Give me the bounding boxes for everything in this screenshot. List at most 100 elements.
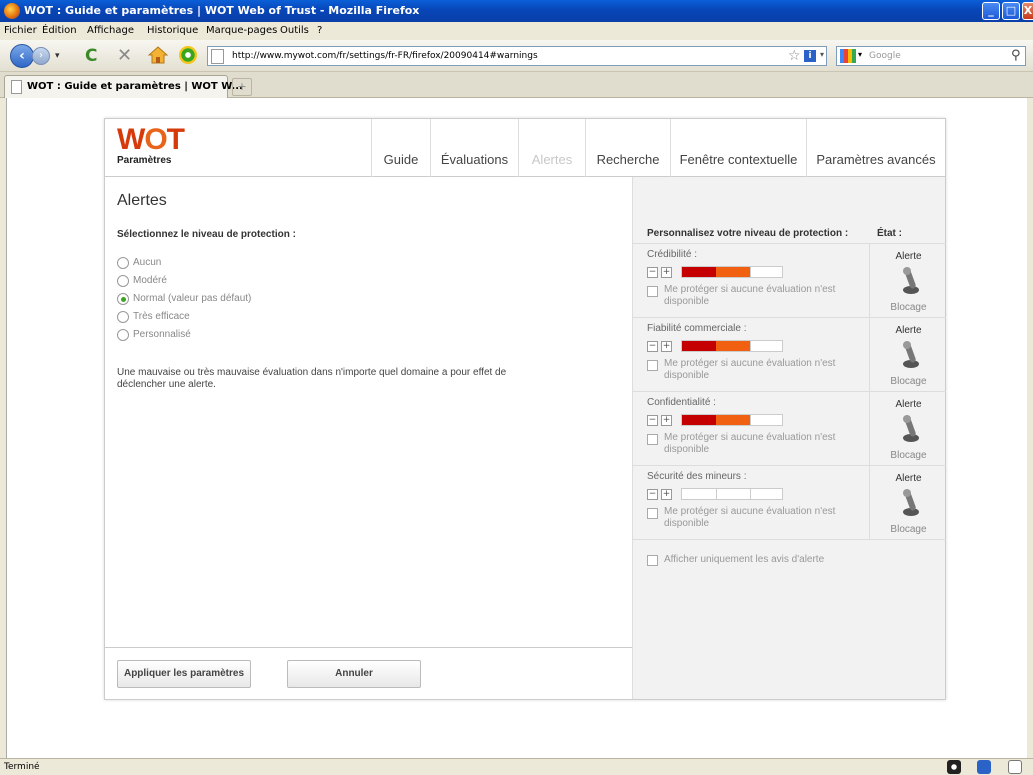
tab-label[interactable]: WOT : Guide et paramètres | WOT W... [27,81,243,92]
search-input[interactable]: Google [869,51,901,61]
increase-button[interactable]: + [661,415,672,426]
alerts-left-panel: Alertes Sélectionnez le niveau de protec… [105,177,632,699]
back-button[interactable]: ‹ [10,44,34,68]
wot-logo-text: WOT [117,123,185,156]
forward-button[interactable]: › [32,47,50,65]
status-text: Terminé [4,762,40,772]
home-icon[interactable] [148,45,168,65]
bookmark-star-icon[interactable]: ☆ [788,48,801,64]
url-bar[interactable]: http://www.mywot.com/fr/settings/fr-FR/f… [207,46,827,66]
menu-bar: Fichier Édition Affichage Historique Mar… [0,22,1033,40]
decrease-button[interactable]: − [647,489,658,500]
tab-wot-guide[interactable]: WOT : Guide et paramètres | WOT W... [4,75,243,98]
state-block-label: Blocage [890,524,927,535]
search-icon[interactable]: ⚲ [1011,48,1021,63]
state-alert-label: Alerte [895,251,922,262]
decrease-button[interactable]: − [647,267,658,278]
menu-fichier[interactable]: Fichier [4,25,37,36]
menu-affichage[interactable]: Affichage [87,25,134,36]
tab-parametres-avances[interactable]: Paramètres avancés [806,119,945,177]
radio-personnalise[interactable] [117,329,129,341]
radio-label[interactable]: Aucun [133,257,161,268]
component-confidentialite: Confidentialité : − + Me protéger si auc… [633,391,946,466]
state-alert-label: Alerte [895,399,922,410]
stop-icon[interactable]: ✕ [117,45,132,66]
reload-icon[interactable]: C [85,46,97,66]
minimize-button[interactable]: _ [982,2,1000,20]
only-alerts-row: Afficher uniquement les avis d'alerte [633,539,946,569]
menu-marque-pages[interactable]: Marque-pages [206,25,277,36]
tab-evaluations[interactable]: Évaluations [430,119,518,177]
only-alerts-label[interactable]: Afficher uniquement les avis d'alerte [664,554,824,565]
state-alert-label: Alerte [895,325,922,336]
increase-button[interactable]: + [661,341,672,352]
toggle-switch-icon[interactable] [898,340,922,370]
no-rating-label[interactable]: Me protéger si aucune évaluation n'est d… [664,358,869,382]
url-text[interactable]: http://www.mywot.com/fr/settings/fr-FR/f… [232,51,538,61]
no-rating-checkbox[interactable] [647,434,658,445]
no-rating-checkbox[interactable] [647,508,658,519]
level-bar[interactable] [681,414,783,426]
no-rating-checkbox[interactable] [647,286,658,297]
level-segment-1 [682,341,716,351]
radio-label[interactable]: Normal (valeur pas défaut) [133,293,251,304]
url-dropdown-icon[interactable]: ▾ [820,50,824,59]
wot-rating-icon[interactable] [179,46,197,64]
menu-help[interactable]: ? [317,25,322,36]
wot-settings-panel: WOT Paramètres Guide Évaluations Alertes… [104,118,946,700]
tab-alertes[interactable]: Alertes [518,119,585,177]
custom-protection-panel: Personnalisez votre niveau de protection… [632,177,946,699]
decrease-button[interactable]: − [647,415,658,426]
history-dropdown-icon[interactable]: ▾ [55,51,60,61]
no-rating-label[interactable]: Me protéger si aucune évaluation n'est d… [664,506,869,530]
increase-button[interactable]: + [661,489,672,500]
google-icon[interactable] [840,49,856,63]
no-rating-label[interactable]: Me protéger si aucune évaluation n'est d… [664,432,869,456]
new-tab-button[interactable]: + [232,78,252,96]
decrease-button[interactable]: − [647,341,658,352]
menu-outils[interactable]: Outils [280,25,309,36]
no-rating-checkbox[interactable] [647,360,658,371]
menu-historique[interactable]: Historique [147,25,198,36]
mail-icon[interactable] [1008,760,1022,774]
component-name: Crédibilité : [647,249,698,260]
radio-label[interactable]: Modéré [133,275,167,286]
level-segment-1 [682,267,716,277]
no-rating-label[interactable]: Me protéger si aucune évaluation n'est d… [664,284,869,308]
search-box[interactable]: ▾ Google ⚲ [836,46,1026,66]
menu-edition[interactable]: Édition [42,25,77,36]
level-tick [750,267,751,277]
level-bar[interactable] [681,266,783,278]
tab-guide[interactable]: Guide [371,119,430,177]
cancel-button[interactable]: Annuler [287,660,421,688]
wot-header: WOT Paramètres Guide Évaluations Alertes… [105,119,945,177]
addon-icon[interactable] [977,760,991,774]
navigation-toolbar: ‹ › ▾ C ✕ http://www.mywot.com/fr/settin… [0,40,1033,72]
button-footer: Appliquer les paramètres Annuler [105,647,632,699]
radio-label[interactable]: Très efficace [133,311,190,322]
search-engine-dropdown-icon[interactable]: ▾ [858,50,862,59]
close-button[interactable]: X [1022,2,1033,20]
level-tick [750,415,751,425]
tab-recherche[interactable]: Recherche [585,119,670,177]
level-bar[interactable] [681,488,783,500]
increase-button[interactable]: + [661,267,672,278]
radio-modere[interactable] [117,275,129,287]
radio-aucun[interactable] [117,257,129,269]
radio-tres-efficace[interactable] [117,311,129,323]
tab-favicon-icon [11,80,22,94]
radio-normal[interactable] [117,293,129,305]
skype-icon[interactable] [947,760,961,774]
toggle-switch-icon[interactable] [898,266,922,296]
alert-description: Une mauvaise ou très mauvaise évaluation… [117,367,507,390]
level-bar[interactable] [681,340,783,352]
firefox-icon [4,3,20,19]
radio-label[interactable]: Personnalisé [133,329,191,340]
toggle-switch-icon[interactable] [898,488,922,518]
toggle-switch-icon[interactable] [898,414,922,444]
tab-fenetre-contextuelle[interactable]: Fenêtre contextuelle [670,119,806,177]
apply-settings-button[interactable]: Appliquer les paramètres [117,660,251,688]
maximize-button[interactable]: □ [1002,2,1020,20]
only-alerts-checkbox[interactable] [647,555,658,566]
info-icon[interactable]: i [804,50,816,62]
